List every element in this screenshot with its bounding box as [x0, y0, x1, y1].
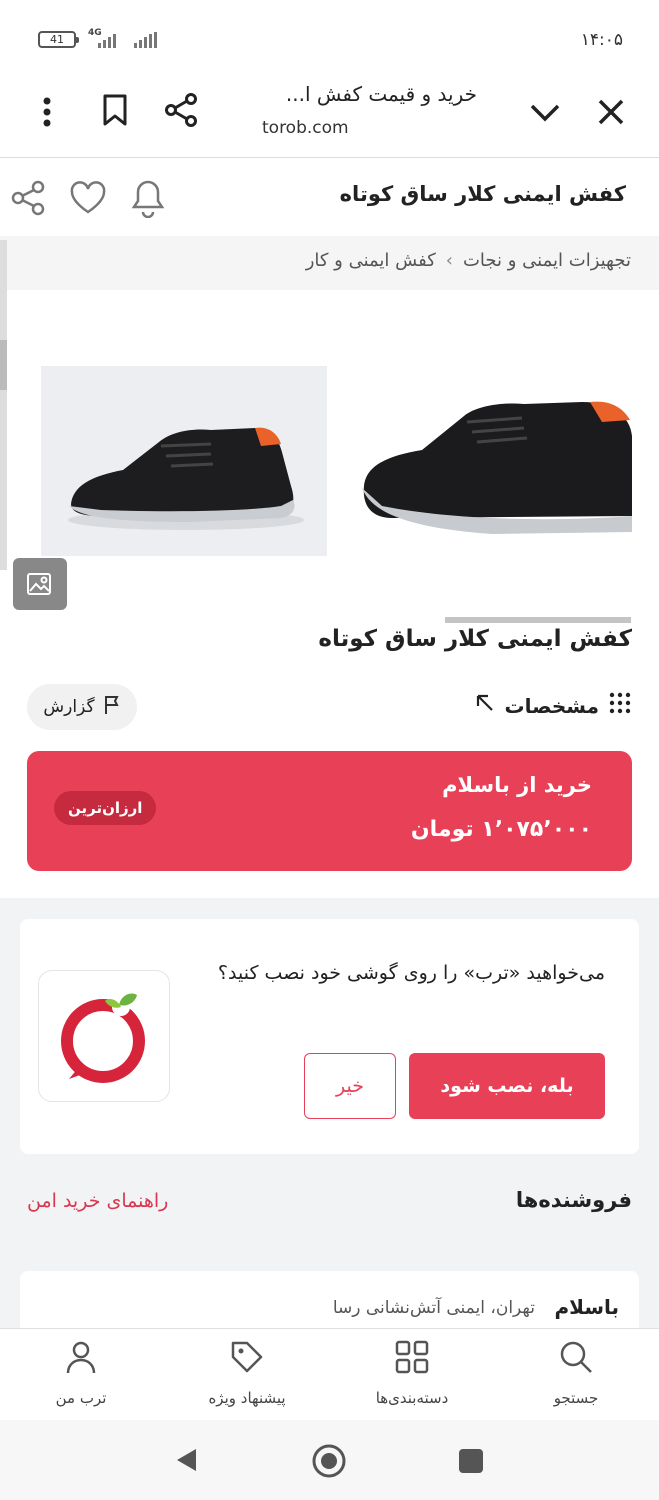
- page-title[interactable]: خرید و قیمت کفش ا...: [286, 82, 477, 106]
- share-icon[interactable]: [8, 178, 48, 218]
- more-menu-icon[interactable]: [30, 92, 64, 132]
- breadcrumb-item[interactable]: کفش ایمنی و کار: [306, 250, 436, 271]
- nav-label: جستجو: [553, 1389, 599, 1407]
- image-gallery-icon[interactable]: [13, 558, 67, 610]
- image-indicator: [445, 617, 631, 623]
- share-icon[interactable]: [160, 90, 202, 130]
- heart-icon[interactable]: [66, 178, 110, 218]
- url-host[interactable]: torob.com: [262, 118, 349, 138]
- bottom-navigation: جستجو دسته‌بندی‌ها پیشنهاد ویژه ترب من: [0, 1328, 659, 1420]
- nav-label: ترب من: [55, 1389, 107, 1407]
- install-prompt-text: می‌خواهید «ترب» را روی گوشی خود نصب کنید…: [217, 962, 605, 984]
- nav-item-categories[interactable]: دسته‌بندی‌ها: [337, 1339, 487, 1407]
- bell-icon[interactable]: [128, 176, 168, 220]
- grid-dots-icon: [609, 692, 631, 719]
- safe-buy-guide-link[interactable]: راهنمای خرید امن: [27, 1190, 168, 1212]
- search-icon: [558, 1339, 594, 1379]
- bookmark-icon[interactable]: [96, 90, 134, 130]
- torob-logo: [38, 970, 170, 1102]
- specs-label: مشخصات: [504, 693, 599, 718]
- breadcrumb-separator: ›: [445, 250, 453, 271]
- product-title: کفش ایمنی کلار ساق کوتاه: [318, 626, 632, 652]
- gallery-scroll-thumb[interactable]: [0, 340, 7, 390]
- clock: ۱۴:۰۵: [580, 30, 623, 50]
- signal-icon: [134, 32, 157, 48]
- buy-from-label: خرید از باسلام: [442, 773, 592, 797]
- browser-toolbar: خرید و قیمت کفش ا... torob.com: [0, 72, 659, 158]
- arrow-up-left-icon: [475, 693, 495, 718]
- product-title-header: کفش ایمنی کلار ساق کوتاه: [339, 182, 626, 206]
- recents-icon[interactable]: [454, 1444, 488, 1478]
- chevron-down-icon[interactable]: [524, 92, 566, 132]
- nav-item-search[interactable]: جستجو: [501, 1339, 651, 1407]
- report-label: گزارش: [43, 697, 95, 717]
- product-header: کفش ایمنی کلار ساق کوتاه: [0, 160, 659, 236]
- install-yes-button[interactable]: بله، نصب شود: [409, 1053, 605, 1119]
- nav-label: دسته‌بندی‌ها: [375, 1389, 449, 1407]
- product-image[interactable]: [352, 366, 632, 556]
- install-no-button[interactable]: خیر: [304, 1053, 396, 1119]
- breadcrumb-item[interactable]: تجهیزات ایمنی و نجات: [463, 250, 631, 271]
- product-image[interactable]: [41, 366, 327, 556]
- nav-item-my-torob[interactable]: ترب من: [6, 1339, 156, 1407]
- system-navigation-bar: [0, 1420, 659, 1500]
- sellers-title: فروشنده‌ها: [515, 1188, 632, 1212]
- nav-label: پیشنهاد ویژه: [208, 1389, 286, 1407]
- tag-icon: [229, 1339, 265, 1379]
- install-app-prompt: می‌خواهید «ترب» را روی گوشی خود نصب کنید…: [20, 919, 639, 1154]
- grid-icon: [394, 1339, 430, 1379]
- price: ۱٬۰۷۵٬۰۰۰ تومان: [410, 817, 592, 842]
- seller-location: تهران، ایمنی آتش‌نشانی رسا: [332, 1298, 535, 1318]
- status-bar: 41 4G ۱۴:۰۵: [0, 0, 659, 70]
- close-icon[interactable]: [590, 92, 632, 132]
- user-icon: [63, 1339, 99, 1379]
- signal-icon: [98, 32, 116, 48]
- nav-item-special-offer[interactable]: پیشنهاد ویژه: [172, 1339, 322, 1407]
- specs-link[interactable]: مشخصات: [475, 692, 631, 719]
- flag-icon: [103, 695, 121, 720]
- breadcrumb: تجهیزات ایمنی و نجات › کفش ایمنی و کار: [0, 236, 659, 290]
- report-button[interactable]: گزارش: [27, 684, 137, 730]
- back-icon[interactable]: [168, 1442, 204, 1478]
- seller-name: باسلام: [554, 1295, 619, 1319]
- gallery-scrollbar[interactable]: [0, 240, 7, 570]
- product-gallery[interactable]: [0, 290, 659, 620]
- home-icon[interactable]: [310, 1442, 348, 1480]
- cheapest-badge: ارزان‌ترین: [54, 791, 157, 825]
- buy-box[interactable]: خرید از باسلام ۱٬۰۷۵٬۰۰۰ تومان ارزان‌تری…: [27, 751, 632, 871]
- battery-indicator: 41: [38, 31, 79, 48]
